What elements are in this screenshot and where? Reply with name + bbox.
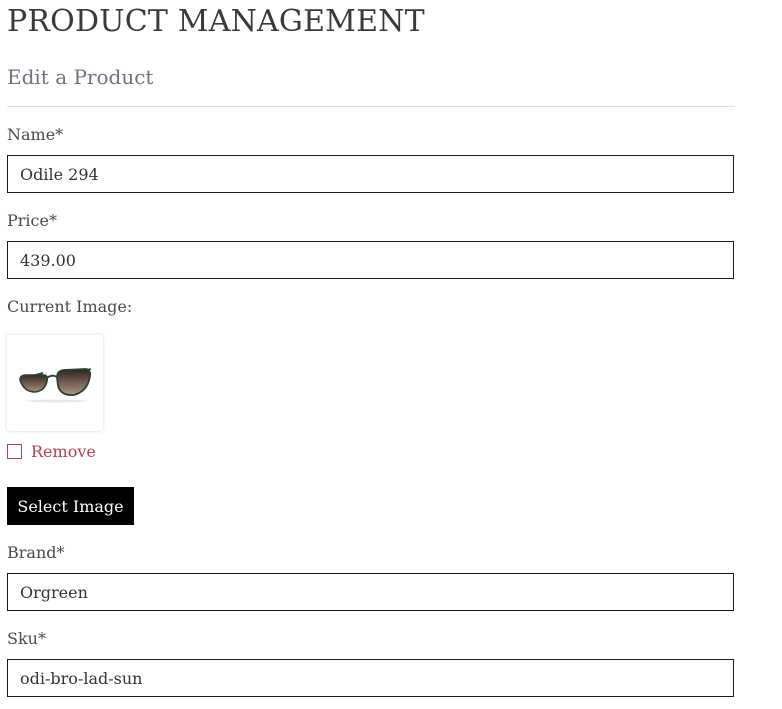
price-label: Price* — [7, 211, 57, 230]
page-title: PRODUCT MANAGEMENT — [7, 4, 425, 39]
remove-image-checkbox[interactable] — [7, 443, 22, 459]
brand-input[interactable] — [7, 573, 734, 611]
price-input[interactable] — [7, 241, 734, 279]
sku-label: Sku* — [7, 629, 46, 648]
sku-input[interactable] — [7, 659, 734, 697]
brand-label: Brand* — [7, 543, 65, 562]
remove-image-row: Remove — [7, 441, 96, 461]
name-input[interactable] — [7, 155, 734, 193]
select-image-button[interactable]: Select Image — [7, 487, 134, 525]
product-image-thumbnail — [7, 335, 103, 431]
current-image-label: Current Image: — [7, 297, 133, 316]
divider — [7, 106, 735, 107]
name-label: Name* — [7, 125, 64, 144]
section-title: Edit a Product — [7, 65, 154, 89]
remove-image-label[interactable]: Remove — [31, 442, 96, 461]
sunglasses-icon — [19, 368, 92, 403]
